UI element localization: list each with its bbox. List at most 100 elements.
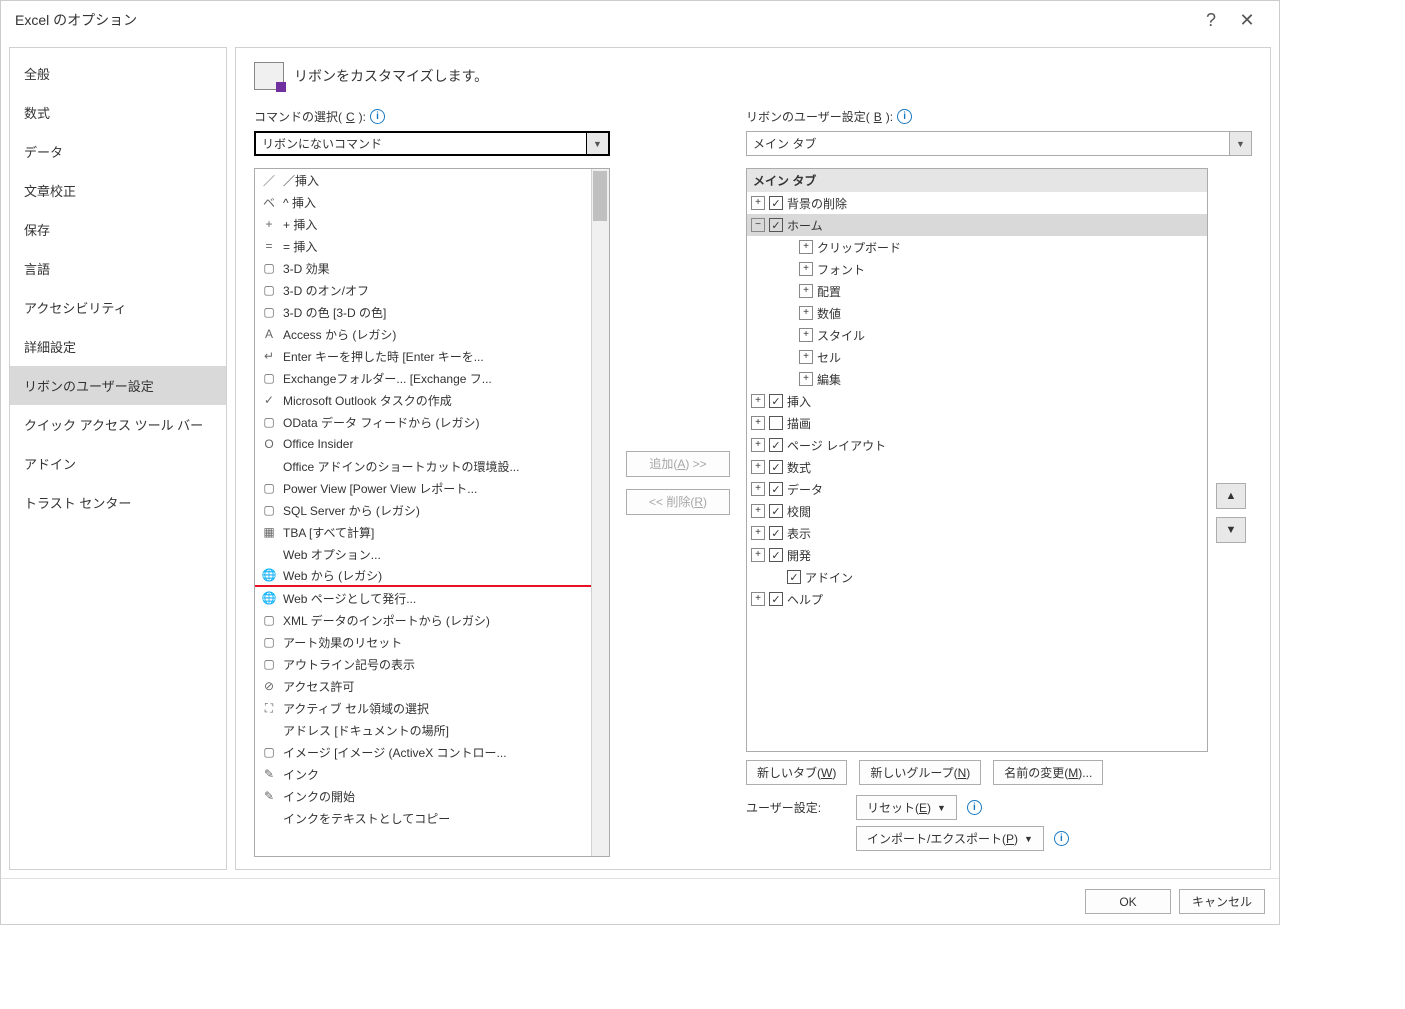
list-item[interactable]: ▢3-D のオン/オフ (255, 279, 609, 301)
tree-toggle[interactable]: + (799, 328, 813, 342)
sidebar-item[interactable]: トラスト センター (10, 483, 226, 522)
tree-toggle[interactable]: + (751, 460, 765, 474)
sidebar-item[interactable]: 数式 (10, 93, 226, 132)
close-button[interactable]: ✕ (1229, 10, 1265, 31)
reset-button[interactable]: リセット(E)▼ (856, 795, 957, 820)
import-export-button[interactable]: インポート/エクスポート(P)▼ (856, 826, 1044, 851)
tree-row[interactable]: +数値 (747, 302, 1207, 324)
tree-toggle[interactable]: + (799, 284, 813, 298)
ribbon-combo[interactable]: メイン タブ ▼ (746, 131, 1252, 156)
list-item[interactable]: ／／挿入 (255, 169, 609, 191)
list-item[interactable]: Web オプション... (255, 543, 609, 565)
tree-checkbox[interactable] (769, 460, 783, 474)
move-down-button[interactable]: ▼ (1216, 517, 1246, 543)
tree-toggle[interactable]: + (751, 504, 765, 518)
list-item[interactable]: ▢3-D の色 [3-D の色]▶ (255, 301, 609, 323)
list-item[interactable]: OOffice Insider (255, 433, 609, 455)
help-button[interactable]: ? (1193, 10, 1229, 31)
tree-toggle[interactable]: + (799, 350, 813, 364)
list-item[interactable]: ⊘アクセス許可 (255, 675, 609, 697)
list-item[interactable]: ✎インク (255, 763, 609, 785)
add-button[interactable]: 追加(A) >> (626, 451, 730, 477)
sidebar-item[interactable]: 文章校正 (10, 171, 226, 210)
list-item[interactable]: ↵Enter キーを押した時 [Enter キーを... (255, 345, 609, 367)
sidebar-item[interactable]: クイック アクセス ツール バー (10, 405, 226, 444)
tree-toggle[interactable]: + (751, 416, 765, 430)
tree-row[interactable]: +セル (747, 346, 1207, 368)
list-item[interactable]: ▢アウトライン記号の表示 (255, 653, 609, 675)
tree-row[interactable]: +ページ レイアウト (747, 434, 1207, 456)
tree-toggle[interactable]: + (799, 372, 813, 386)
tree-row[interactable]: +データ (747, 478, 1207, 500)
list-item[interactable]: 🌐Web ページとして発行... (255, 587, 609, 609)
tree-toggle[interactable]: + (751, 592, 765, 606)
remove-button[interactable]: << 削除(R) (626, 489, 730, 515)
list-item[interactable]: ベ^ 挿入 (255, 191, 609, 213)
tree-row[interactable]: −ホーム (747, 214, 1207, 236)
tree-toggle[interactable]: + (751, 526, 765, 540)
tree-checkbox[interactable] (769, 548, 783, 562)
tree-checkbox[interactable] (769, 504, 783, 518)
sidebar-item[interactable]: 全般 (10, 54, 226, 93)
list-item[interactable]: 🌐Web から (レガシ) (255, 565, 609, 587)
info-icon[interactable]: i (897, 109, 912, 124)
commands-listbox[interactable]: ／／挿入ベ^ 挿入++ 挿入== 挿入▢3-D 効果▶▢3-D のオン/オフ▢3… (254, 168, 610, 857)
tree-toggle[interactable]: − (751, 218, 765, 232)
tree-checkbox[interactable] (769, 416, 783, 430)
sidebar-item[interactable]: アクセシビリティ (10, 288, 226, 327)
tree-checkbox[interactable] (769, 438, 783, 452)
scrollbar[interactable] (591, 169, 609, 856)
list-item[interactable]: ▢アート効果のリセット (255, 631, 609, 653)
list-item[interactable]: ✎インクの開始 (255, 785, 609, 807)
list-item[interactable]: ++ 挿入 (255, 213, 609, 235)
tree-row[interactable]: +背景の削除 (747, 192, 1207, 214)
tree-row[interactable]: アドイン (747, 566, 1207, 588)
tree-row[interactable]: +スタイル (747, 324, 1207, 346)
tree-checkbox[interactable] (769, 394, 783, 408)
tree-row[interactable]: +開発 (747, 544, 1207, 566)
tree-row[interactable]: +編集 (747, 368, 1207, 390)
tree-row[interactable]: +ヘルプ (747, 588, 1207, 610)
sidebar-item[interactable]: 詳細設定 (10, 327, 226, 366)
list-item[interactable]: ▢OData データ フィードから (レガシ) (255, 411, 609, 433)
move-up-button[interactable]: ▲ (1216, 483, 1246, 509)
tree-checkbox[interactable] (769, 526, 783, 540)
sidebar-item[interactable]: アドイン (10, 444, 226, 483)
list-item[interactable]: ⛶アクティブ セル領域の選択 (255, 697, 609, 719)
cancel-button[interactable]: キャンセル (1179, 889, 1265, 914)
tree-row[interactable]: +クリップボード (747, 236, 1207, 258)
list-item[interactable]: ▢Exchangeフォルダー... [Exchange フ... (255, 367, 609, 389)
list-item[interactable]: インクをテキストとしてコピー (255, 807, 609, 829)
rename-button[interactable]: 名前の変更(M)... (993, 760, 1103, 785)
tree-toggle[interactable]: + (751, 438, 765, 452)
tree-row[interactable]: +配置 (747, 280, 1207, 302)
new-group-button[interactable]: 新しいグループ(N) (859, 760, 981, 785)
tree-checkbox[interactable] (787, 570, 801, 584)
list-item[interactable]: AAccess から (レガシ) (255, 323, 609, 345)
chevron-down-icon[interactable]: ▼ (1229, 132, 1251, 155)
list-item[interactable]: ▢イメージ [イメージ (ActiveX コントロー... (255, 741, 609, 763)
tree-row[interactable]: +表示 (747, 522, 1207, 544)
commands-combo[interactable]: リボンにないコマンド ▼ (254, 131, 610, 156)
tree-toggle[interactable]: + (751, 482, 765, 496)
list-item[interactable]: Office アドインのショートカットの環境設... (255, 455, 609, 477)
chevron-down-icon[interactable]: ▼ (586, 133, 608, 154)
tree-row[interactable]: +校閲 (747, 500, 1207, 522)
tree-row[interactable]: +数式 (747, 456, 1207, 478)
sidebar-item[interactable]: 言語 (10, 249, 226, 288)
scroll-thumb[interactable] (593, 171, 607, 221)
tree-toggle[interactable]: + (751, 394, 765, 408)
info-icon[interactable]: i (1054, 831, 1069, 846)
list-item[interactable]: アドレス [ドキュメントの場所]I (255, 719, 609, 741)
tree-checkbox[interactable] (769, 218, 783, 232)
tree-toggle[interactable]: + (799, 306, 813, 320)
new-tab-button[interactable]: 新しいタブ(W) (746, 760, 847, 785)
tree-checkbox[interactable] (769, 196, 783, 210)
list-item[interactable]: ▢SQL Server から (レガシ) (255, 499, 609, 521)
tree-row[interactable]: +フォント (747, 258, 1207, 280)
tree-checkbox[interactable] (769, 482, 783, 496)
tree-checkbox[interactable] (769, 592, 783, 606)
list-item[interactable]: ✓Microsoft Outlook タスクの作成 (255, 389, 609, 411)
tree-toggle[interactable]: + (799, 262, 813, 276)
sidebar-item[interactable]: データ (10, 132, 226, 171)
